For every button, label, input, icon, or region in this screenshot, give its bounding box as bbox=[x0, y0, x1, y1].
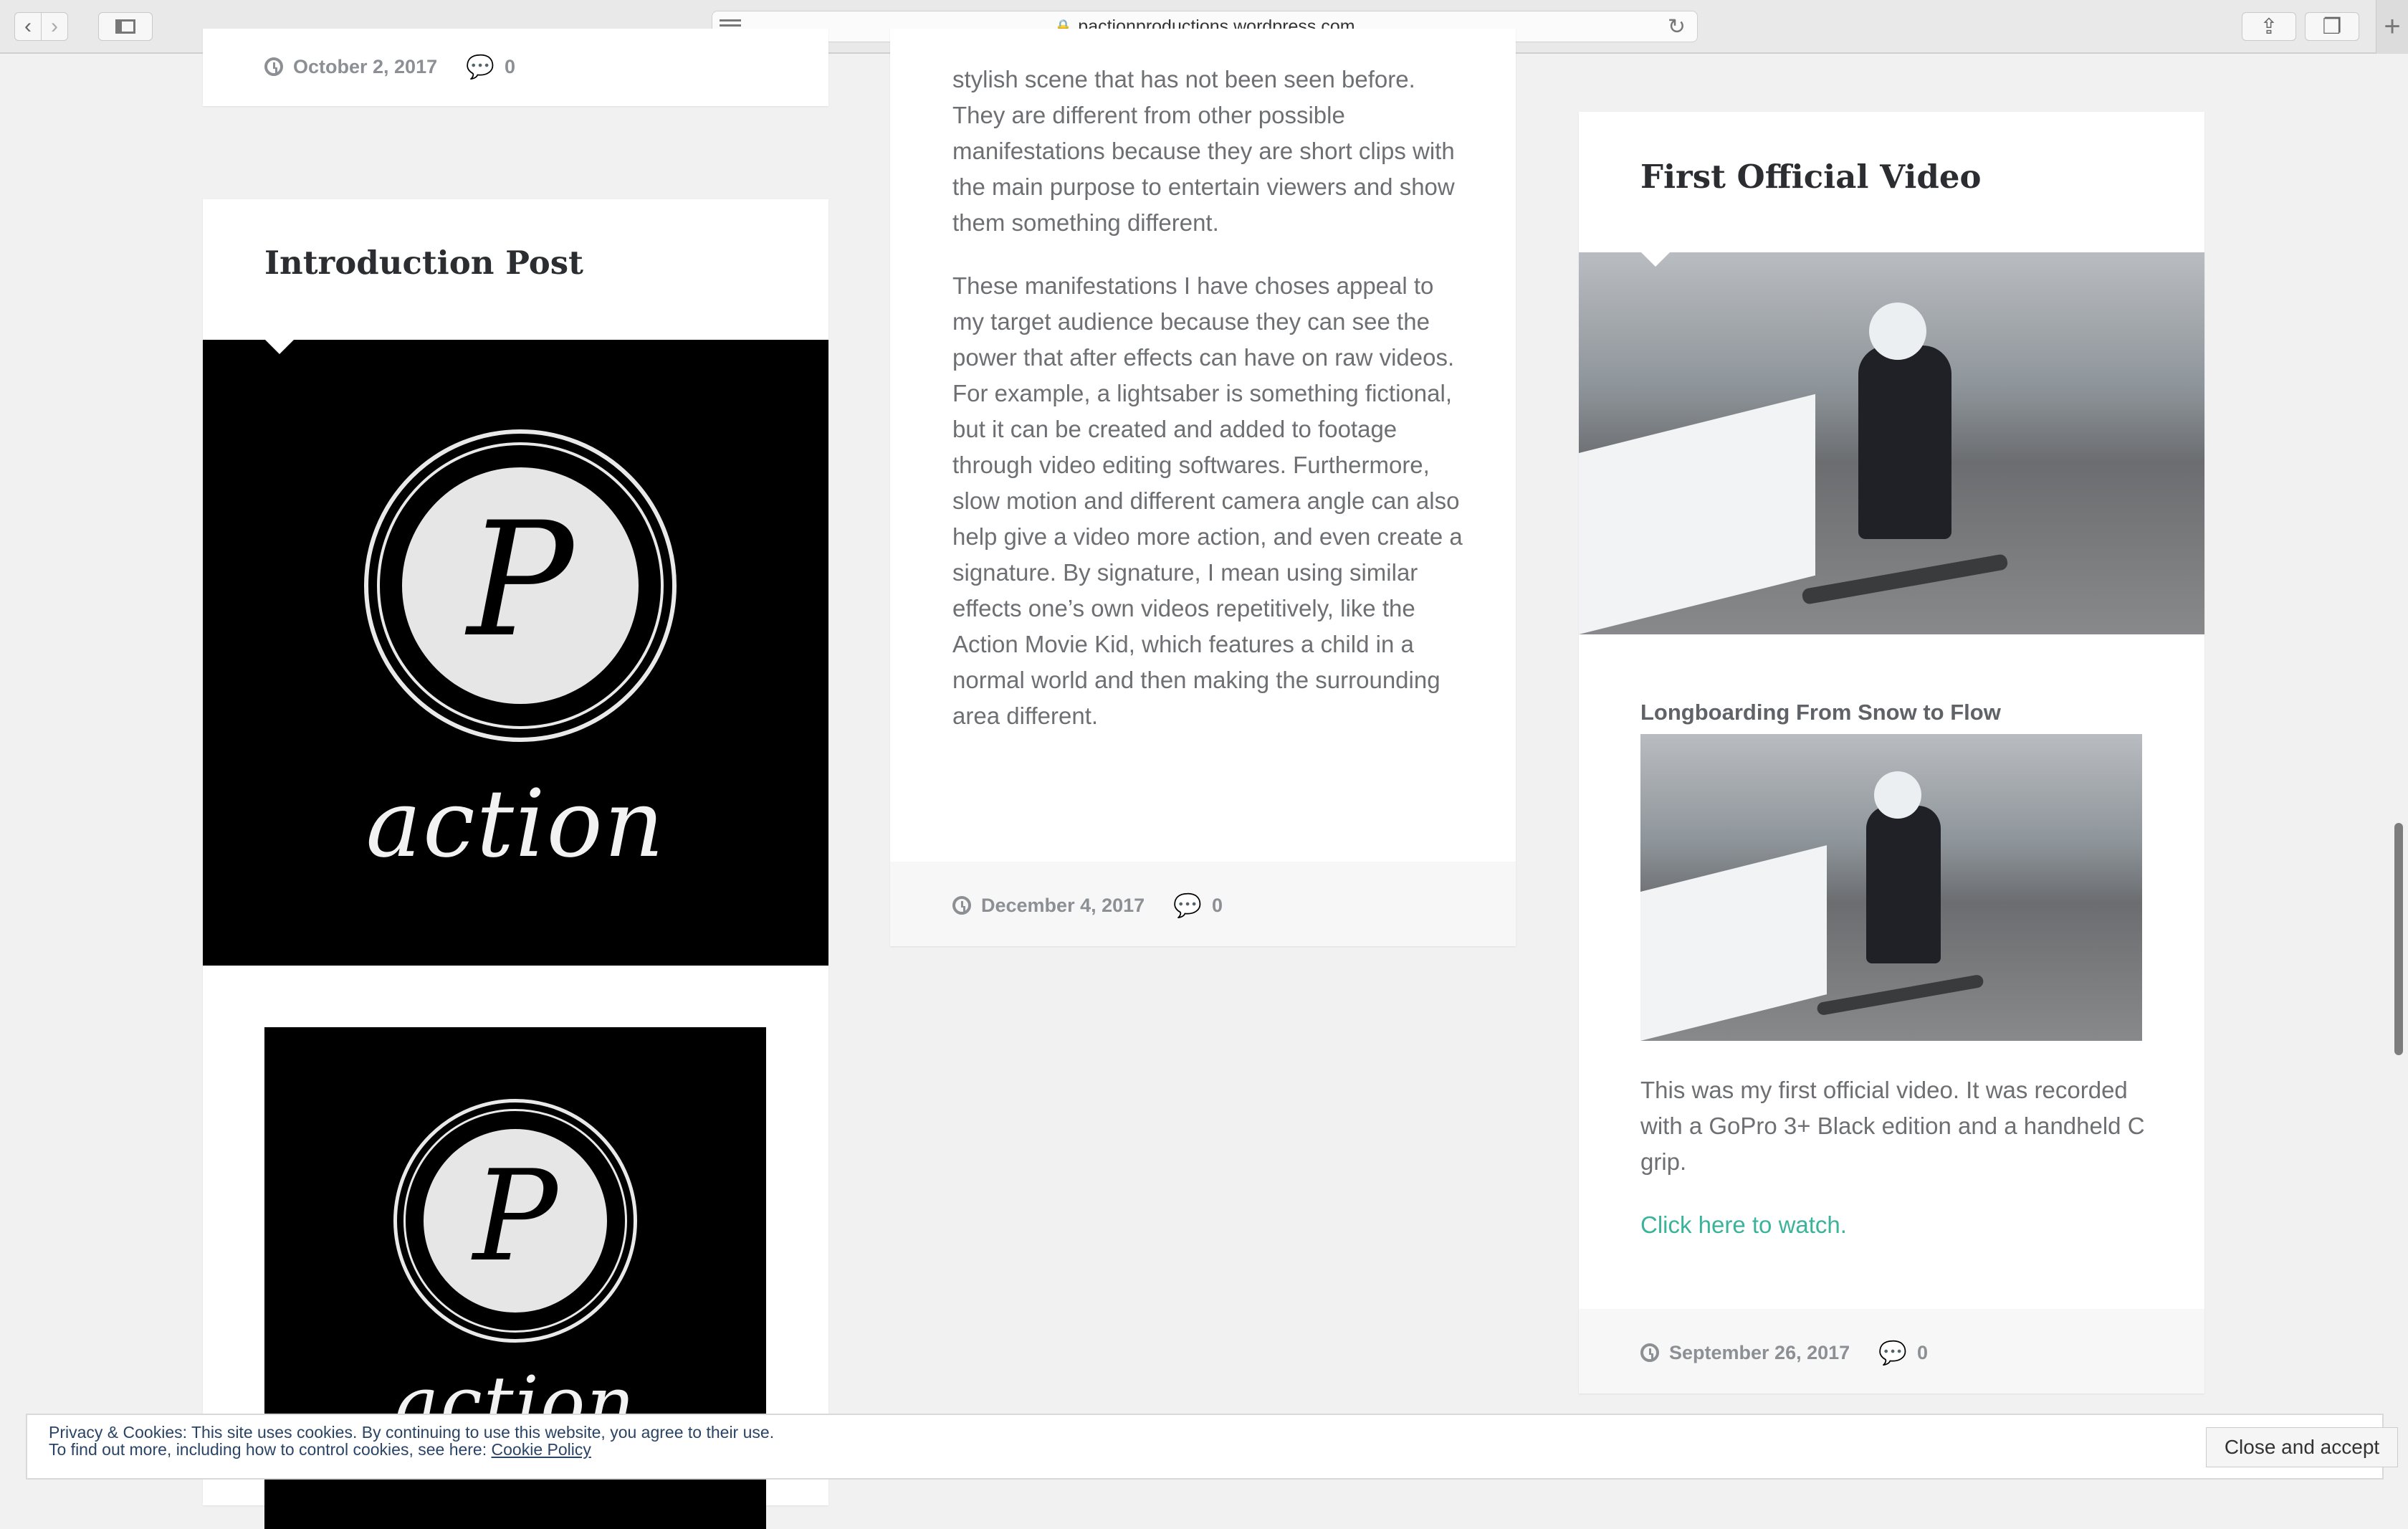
clock-icon bbox=[1640, 1343, 1659, 1362]
plus-icon: + bbox=[2384, 11, 2401, 42]
clock-icon bbox=[264, 57, 283, 76]
post-title[interactable]: First Official Video bbox=[1640, 158, 1982, 196]
post-meta: October 2, 2017 💬 0 bbox=[264, 53, 515, 80]
post-footer: September 26, 2017 💬 0 bbox=[1579, 1309, 2204, 1394]
share-icon: ⇪ bbox=[2260, 14, 2278, 39]
helmet bbox=[1874, 771, 1921, 819]
back-button[interactable]: ‹ bbox=[14, 12, 42, 41]
reload-icon[interactable]: ↻ bbox=[1668, 14, 1686, 39]
cookie-line-1: Privacy & Cookies: This site uses cookie… bbox=[49, 1423, 775, 1442]
post-card-middle: stylish scene that has not been seen bef… bbox=[890, 29, 1516, 946]
share-button[interactable]: ⇪ bbox=[2242, 12, 2296, 41]
post-card-previous: October 2, 2017 💬 0 bbox=[203, 29, 828, 106]
cookie-banner: Privacy & Cookies: This site uses cookie… bbox=[26, 1414, 2398, 1480]
cookie-policy-link[interactable]: Cookie Policy bbox=[492, 1440, 591, 1459]
post-body: This was my first official video. It was… bbox=[1640, 1072, 2156, 1270]
chevron-right-icon: › bbox=[51, 14, 58, 38]
watch-link[interactable]: Click here to watch. bbox=[1640, 1207, 2156, 1243]
post-date[interactable]: December 4, 2017 bbox=[981, 895, 1145, 917]
tabs-icon: ❐ bbox=[2322, 14, 2342, 39]
comments-icon: 💬 bbox=[1173, 892, 1202, 918]
sidebar-button[interactable] bbox=[98, 12, 153, 41]
paragraph: This was my first official video. It was… bbox=[1640, 1077, 2145, 1175]
featured-image[interactable]: P action bbox=[203, 340, 828, 966]
comment-count[interactable]: 0 bbox=[505, 56, 515, 78]
clock-icon bbox=[952, 896, 971, 915]
video-title[interactable]: Longboarding From Snow to Flow bbox=[1640, 700, 2001, 725]
close-and-accept-button[interactable]: Close and accept bbox=[2206, 1427, 2398, 1467]
snow-bank bbox=[1640, 845, 1827, 1041]
helmet bbox=[1869, 303, 1926, 360]
tabs-button[interactable]: ❐ bbox=[2305, 12, 2359, 41]
logo-letter: P bbox=[467, 488, 574, 672]
forward-button[interactable]: › bbox=[41, 12, 68, 41]
post-card-first-official-video: First Official Video Longboarding From S… bbox=[1579, 112, 2204, 1394]
logo-letter: P bbox=[473, 1144, 558, 1290]
paragraph: These manifestations I have choses appea… bbox=[952, 272, 1463, 729]
post-footer: December 4, 2017 💬 0 bbox=[890, 862, 1516, 946]
post-meta: September 26, 2017 💬 0 bbox=[1640, 1339, 1928, 1366]
comment-count[interactable]: 0 bbox=[1212, 895, 1223, 917]
longboard bbox=[1816, 973, 1984, 1016]
featured-video-thumbnail[interactable] bbox=[1579, 252, 2204, 634]
post-date[interactable]: September 26, 2017 bbox=[1669, 1342, 1850, 1364]
cookie-line-2-text: To find out more, including how to contr… bbox=[49, 1440, 492, 1459]
page-scrollbar[interactable] bbox=[2394, 823, 2403, 1055]
pointer-arrow bbox=[1640, 252, 1671, 267]
comments-icon: 💬 bbox=[466, 54, 494, 80]
longboard bbox=[1801, 553, 2009, 606]
snow-bank bbox=[1579, 394, 1815, 634]
new-tab-button[interactable]: + bbox=[2376, 0, 2408, 54]
comments-icon: 💬 bbox=[1878, 1340, 1907, 1366]
cookie-line-2: To find out more, including how to contr… bbox=[49, 1441, 774, 1458]
post-card-introduction: Introduction Post P action P action bbox=[203, 199, 828, 1529]
embedded-video[interactable] bbox=[1640, 734, 2142, 1041]
cookie-text: Privacy & Cookies: This site uses cookie… bbox=[49, 1424, 774, 1458]
post-body: stylish scene that has not been seen bef… bbox=[952, 62, 1468, 761]
post-date[interactable]: October 2, 2017 bbox=[293, 56, 437, 78]
paragraph: stylish scene that has not been seen bef… bbox=[952, 66, 1455, 236]
logo-word: action bbox=[366, 769, 666, 878]
rider-figure bbox=[1866, 806, 1941, 963]
sidebar-icon bbox=[115, 19, 135, 34]
post-title[interactable]: Introduction Post bbox=[264, 244, 583, 282]
pointer-arrow bbox=[264, 340, 295, 354]
post-meta: December 4, 2017 💬 0 bbox=[952, 892, 1223, 919]
rider-figure bbox=[1858, 346, 1951, 539]
chevron-left-icon: ‹ bbox=[24, 14, 32, 38]
comment-count[interactable]: 0 bbox=[1917, 1342, 1928, 1364]
